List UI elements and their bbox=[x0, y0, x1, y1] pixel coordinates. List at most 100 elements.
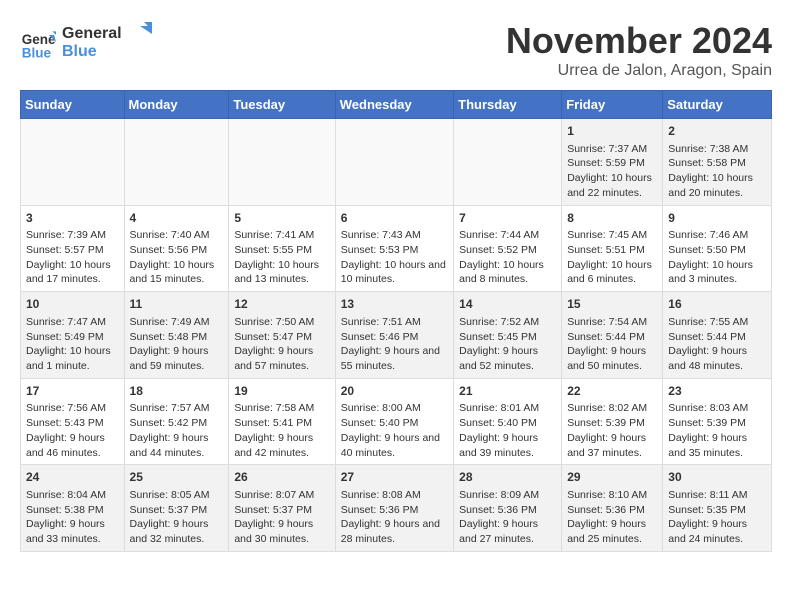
day-info: Daylight: 9 hours and 28 minutes. bbox=[341, 517, 448, 546]
calendar-cell: 22Sunrise: 8:02 AMSunset: 5:39 PMDayligh… bbox=[562, 378, 663, 465]
day-info: Daylight: 9 hours and 37 minutes. bbox=[567, 431, 657, 460]
title-area: November 2024 Urrea de Jalon, Aragon, Sp… bbox=[506, 20, 772, 80]
calendar-cell: 14Sunrise: 7:52 AMSunset: 5:45 PMDayligh… bbox=[454, 292, 562, 379]
day-info: Sunrise: 7:54 AM bbox=[567, 315, 657, 330]
weekday-header-saturday: Saturday bbox=[663, 91, 772, 119]
day-info: Sunrise: 7:51 AM bbox=[341, 315, 448, 330]
day-info: Daylight: 10 hours and 6 minutes. bbox=[567, 258, 657, 287]
calendar-cell bbox=[454, 119, 562, 206]
weekday-header-tuesday: Tuesday bbox=[229, 91, 335, 119]
day-info: Daylight: 9 hours and 30 minutes. bbox=[234, 517, 329, 546]
svg-text:General: General bbox=[62, 25, 122, 42]
day-info: Daylight: 10 hours and 17 minutes. bbox=[26, 258, 119, 287]
day-number: 21 bbox=[459, 383, 556, 400]
calendar-cell: 15 Sunrise: 7:54 AMSunset: 5:44 PMDayligh… bbox=[562, 292, 663, 379]
day-info: Sunrise: 8:01 AM bbox=[459, 401, 556, 416]
day-info: Sunset: 5:50 PM bbox=[668, 243, 766, 258]
day-info: Sunset: 5:47 PM bbox=[234, 330, 329, 345]
day-info: Sunset: 5:40 PM bbox=[341, 416, 448, 431]
day-number: 13 bbox=[341, 296, 448, 313]
day-info: Sunrise: 8:03 AM bbox=[668, 401, 766, 416]
day-info: Daylight: 10 hours and 15 minutes. bbox=[130, 258, 224, 287]
calendar-week-4: 17Sunrise: 7:56 AMSunset: 5:43 PMDayligh… bbox=[21, 378, 772, 465]
day-info: Sunset: 5:37 PM bbox=[130, 503, 224, 518]
calendar-cell: 27Sunrise: 8:08 AMSunset: 5:36 PMDayligh… bbox=[335, 465, 453, 552]
calendar-cell: 9Sunrise: 7:46 AMSunset: 5:50 PMDaylight… bbox=[663, 205, 772, 292]
day-info: Sunrise: 7:39 AM bbox=[26, 228, 119, 243]
day-info: Sunrise: 7:47 AM bbox=[26, 315, 119, 330]
calendar-cell: 28Sunrise: 8:09 AMSunset: 5:36 PMDayligh… bbox=[454, 465, 562, 552]
day-info: Sunrise: 8:05 AM bbox=[130, 488, 224, 503]
day-info: Sunset: 5:40 PM bbox=[459, 416, 556, 431]
day-info: Sunset: 5:56 PM bbox=[130, 243, 224, 258]
day-info: Sunrise: 7:52 AM bbox=[459, 315, 556, 330]
day-info: Sunset: 5:52 PM bbox=[459, 243, 556, 258]
calendar-cell: 13Sunrise: 7:51 AMSunset: 5:46 PMDayligh… bbox=[335, 292, 453, 379]
day-info: Sunset: 5:44 PM bbox=[567, 330, 657, 345]
calendar-cell: 2Sunrise: 7:38 AMSunset: 5:58 PMDaylight… bbox=[663, 119, 772, 206]
day-number: 5 bbox=[234, 210, 329, 227]
calendar-cell: 20Sunrise: 8:00 AMSunset: 5:40 PMDayligh… bbox=[335, 378, 453, 465]
day-info: Sunrise: 7:55 AM bbox=[668, 315, 766, 330]
day-info: Daylight: 9 hours and 27 minutes. bbox=[459, 517, 556, 546]
weekday-header-monday: Monday bbox=[124, 91, 229, 119]
calendar-cell: 16Sunrise: 7:55 AMSunset: 5:44 PMDayligh… bbox=[663, 292, 772, 379]
calendar-week-5: 24Sunrise: 8:04 AMSunset: 5:38 PMDayligh… bbox=[21, 465, 772, 552]
calendar-week-2: 3Sunrise: 7:39 AMSunset: 5:57 PMDaylight… bbox=[21, 205, 772, 292]
day-info: Daylight: 9 hours and 50 minutes. bbox=[567, 344, 657, 373]
day-number: 2 bbox=[668, 123, 766, 140]
day-number: 30 bbox=[668, 469, 766, 486]
calendar-cell: 26Sunrise: 8:07 AMSunset: 5:37 PMDayligh… bbox=[229, 465, 335, 552]
day-number: 7 bbox=[459, 210, 556, 227]
day-info: Sunset: 5:41 PM bbox=[234, 416, 329, 431]
logo-icon: General Blue bbox=[20, 26, 56, 62]
weekday-header-friday: Friday bbox=[562, 91, 663, 119]
day-number: 19 bbox=[234, 383, 329, 400]
day-info: Sunrise: 7:38 AM bbox=[668, 142, 766, 157]
day-number: 22 bbox=[567, 383, 657, 400]
day-info: Sunset: 5:55 PM bbox=[234, 243, 329, 258]
day-number: 27 bbox=[341, 469, 448, 486]
day-info: Sunrise: 7:50 AM bbox=[234, 315, 329, 330]
day-number: 11 bbox=[130, 296, 224, 313]
day-info: Sunset: 5:57 PM bbox=[26, 243, 119, 258]
calendar-cell: 8Sunrise: 7:45 AMSunset: 5:51 PMDaylight… bbox=[562, 205, 663, 292]
day-info: Sunrise: 7:37 AM bbox=[567, 142, 657, 157]
calendar-table: SundayMondayTuesdayWednesdayThursdayFrid… bbox=[20, 90, 772, 552]
day-info: Daylight: 9 hours and 44 minutes. bbox=[130, 431, 224, 460]
day-info: Daylight: 9 hours and 32 minutes. bbox=[130, 517, 224, 546]
day-number: 15 bbox=[567, 296, 657, 313]
day-info: Sunset: 5:45 PM bbox=[459, 330, 556, 345]
day-info: Sunrise: 7:56 AM bbox=[26, 401, 119, 416]
calendar-cell: 30 Sunrise: 8:11 AMSunset: 5:35 PMDayligh… bbox=[663, 465, 772, 552]
day-info: Sunset: 5:36 PM bbox=[567, 503, 657, 518]
day-info: Sunrise: 8:11 AM bbox=[668, 488, 766, 503]
day-number: 29 bbox=[567, 469, 657, 486]
logo: General Blue General Blue bbox=[20, 20, 152, 67]
day-info: Daylight: 9 hours and 24 minutes. bbox=[668, 517, 766, 546]
day-info: Daylight: 9 hours and 42 minutes. bbox=[234, 431, 329, 460]
day-info: Daylight: 9 hours and 25 minutes. bbox=[567, 517, 657, 546]
day-info: Daylight: 10 hours and 20 minutes. bbox=[668, 171, 766, 200]
day-info: Sunrise: 8:10 AM bbox=[567, 488, 657, 503]
day-number: 9 bbox=[668, 210, 766, 227]
day-info: Daylight: 9 hours and 48 minutes. bbox=[668, 344, 766, 373]
day-info: Sunset: 5:49 PM bbox=[26, 330, 119, 345]
day-info: Sunset: 5:46 PM bbox=[341, 330, 448, 345]
calendar-cell: 21Sunrise: 8:01 AMSunset: 5:40 PMDayligh… bbox=[454, 378, 562, 465]
day-info: Sunset: 5:35 PM bbox=[668, 503, 766, 518]
month-title: November 2024 bbox=[506, 20, 772, 62]
day-info: Sunrise: 8:09 AM bbox=[459, 488, 556, 503]
weekday-header-wednesday: Wednesday bbox=[335, 91, 453, 119]
calendar-week-3: 10Sunrise: 7:47 AMSunset: 5:49 PMDayligh… bbox=[21, 292, 772, 379]
day-info: Sunrise: 8:04 AM bbox=[26, 488, 119, 503]
calendar-cell: 29 Sunrise: 8:10 AMSunset: 5:36 PMDayligh… bbox=[562, 465, 663, 552]
calendar-cell bbox=[229, 119, 335, 206]
calendar-cell: 19Sunrise: 7:58 AMSunset: 5:41 PMDayligh… bbox=[229, 378, 335, 465]
day-number: 1 bbox=[567, 123, 657, 140]
day-number: 25 bbox=[130, 469, 224, 486]
weekday-header-sunday: Sunday bbox=[21, 91, 125, 119]
calendar-week-1: 1Sunrise: 7:37 AMSunset: 5:59 PMDaylight… bbox=[21, 119, 772, 206]
day-info: Sunrise: 7:46 AM bbox=[668, 228, 766, 243]
day-number: 20 bbox=[341, 383, 448, 400]
